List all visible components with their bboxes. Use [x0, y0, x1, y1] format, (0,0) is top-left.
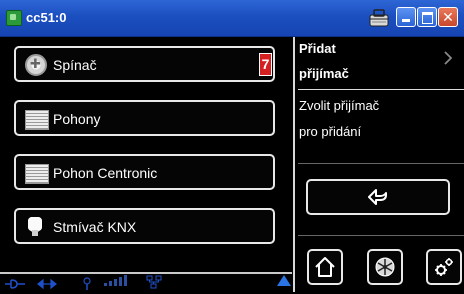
list-item-pohon-centronic[interactable]: Pohon Centronic	[14, 154, 275, 190]
close-icon: ✕	[442, 9, 454, 25]
fan-icon	[375, 257, 395, 277]
list-item-stmivac-knx[interactable]: Stmívač KNX	[14, 208, 275, 244]
close-button[interactable]: ✕	[438, 7, 458, 27]
list-item-label: Pohony	[53, 111, 101, 127]
panel-title-line2: přijímač	[299, 66, 349, 81]
app-window: cc51:0 ✕ Spínač 7 Pohony Pohon	[0, 0, 464, 292]
panel-description-line2: pro přidání	[299, 124, 362, 139]
app-icon	[6, 10, 22, 26]
back-button[interactable]	[306, 179, 450, 215]
fan-button[interactable]	[367, 249, 403, 285]
blind-icon	[25, 164, 49, 184]
settings-icon	[435, 258, 453, 276]
panel-separator	[298, 89, 464, 90]
window-title: cc51:0	[26, 10, 67, 25]
settings-button[interactable]	[426, 249, 462, 285]
scroll-up-arrow-icon[interactable]	[277, 275, 291, 286]
side-panel: Přidat přijímač Zvolit přijímač pro přid…	[295, 37, 464, 292]
home-icon	[315, 257, 335, 277]
toolbox-button[interactable]	[367, 7, 391, 27]
blind-icon	[25, 110, 49, 130]
panel-title-line1: Přidat	[299, 41, 336, 56]
home-button[interactable]	[307, 249, 343, 285]
network-icon	[146, 275, 162, 289]
back-icon	[368, 189, 387, 205]
minimize-button[interactable]	[396, 7, 416, 27]
panel-separator	[298, 235, 464, 236]
maximize-button[interactable]	[417, 7, 437, 27]
status-bar	[0, 272, 292, 294]
bulb-icon	[28, 217, 42, 237]
panel-separator	[298, 163, 464, 164]
list-item-pohony[interactable]: Pohony	[14, 100, 275, 136]
list-item-label: Pohon Centronic	[53, 165, 158, 181]
device-list: Spínač 7 Pohony Pohon Centronic Stmívač …	[0, 37, 292, 292]
chevron-right-icon[interactable]	[443, 51, 453, 65]
switch-icon	[25, 54, 47, 76]
title-bar: cc51:0 ✕	[0, 0, 464, 37]
plug-icon	[5, 279, 25, 289]
sync-icon	[37, 278, 57, 290]
panel-description-line1: Zvolit přijímač	[299, 98, 380, 113]
toolbox-icon	[369, 9, 389, 27]
list-item-label: Stmívač KNX	[53, 219, 137, 235]
antenna-icon	[83, 277, 91, 290]
count-badge: 7	[259, 53, 272, 76]
list-item-label: Spínač	[53, 57, 97, 73]
signal-strength-icon	[104, 274, 134, 290]
list-item-spinac[interactable]: Spínač 7	[14, 46, 275, 82]
